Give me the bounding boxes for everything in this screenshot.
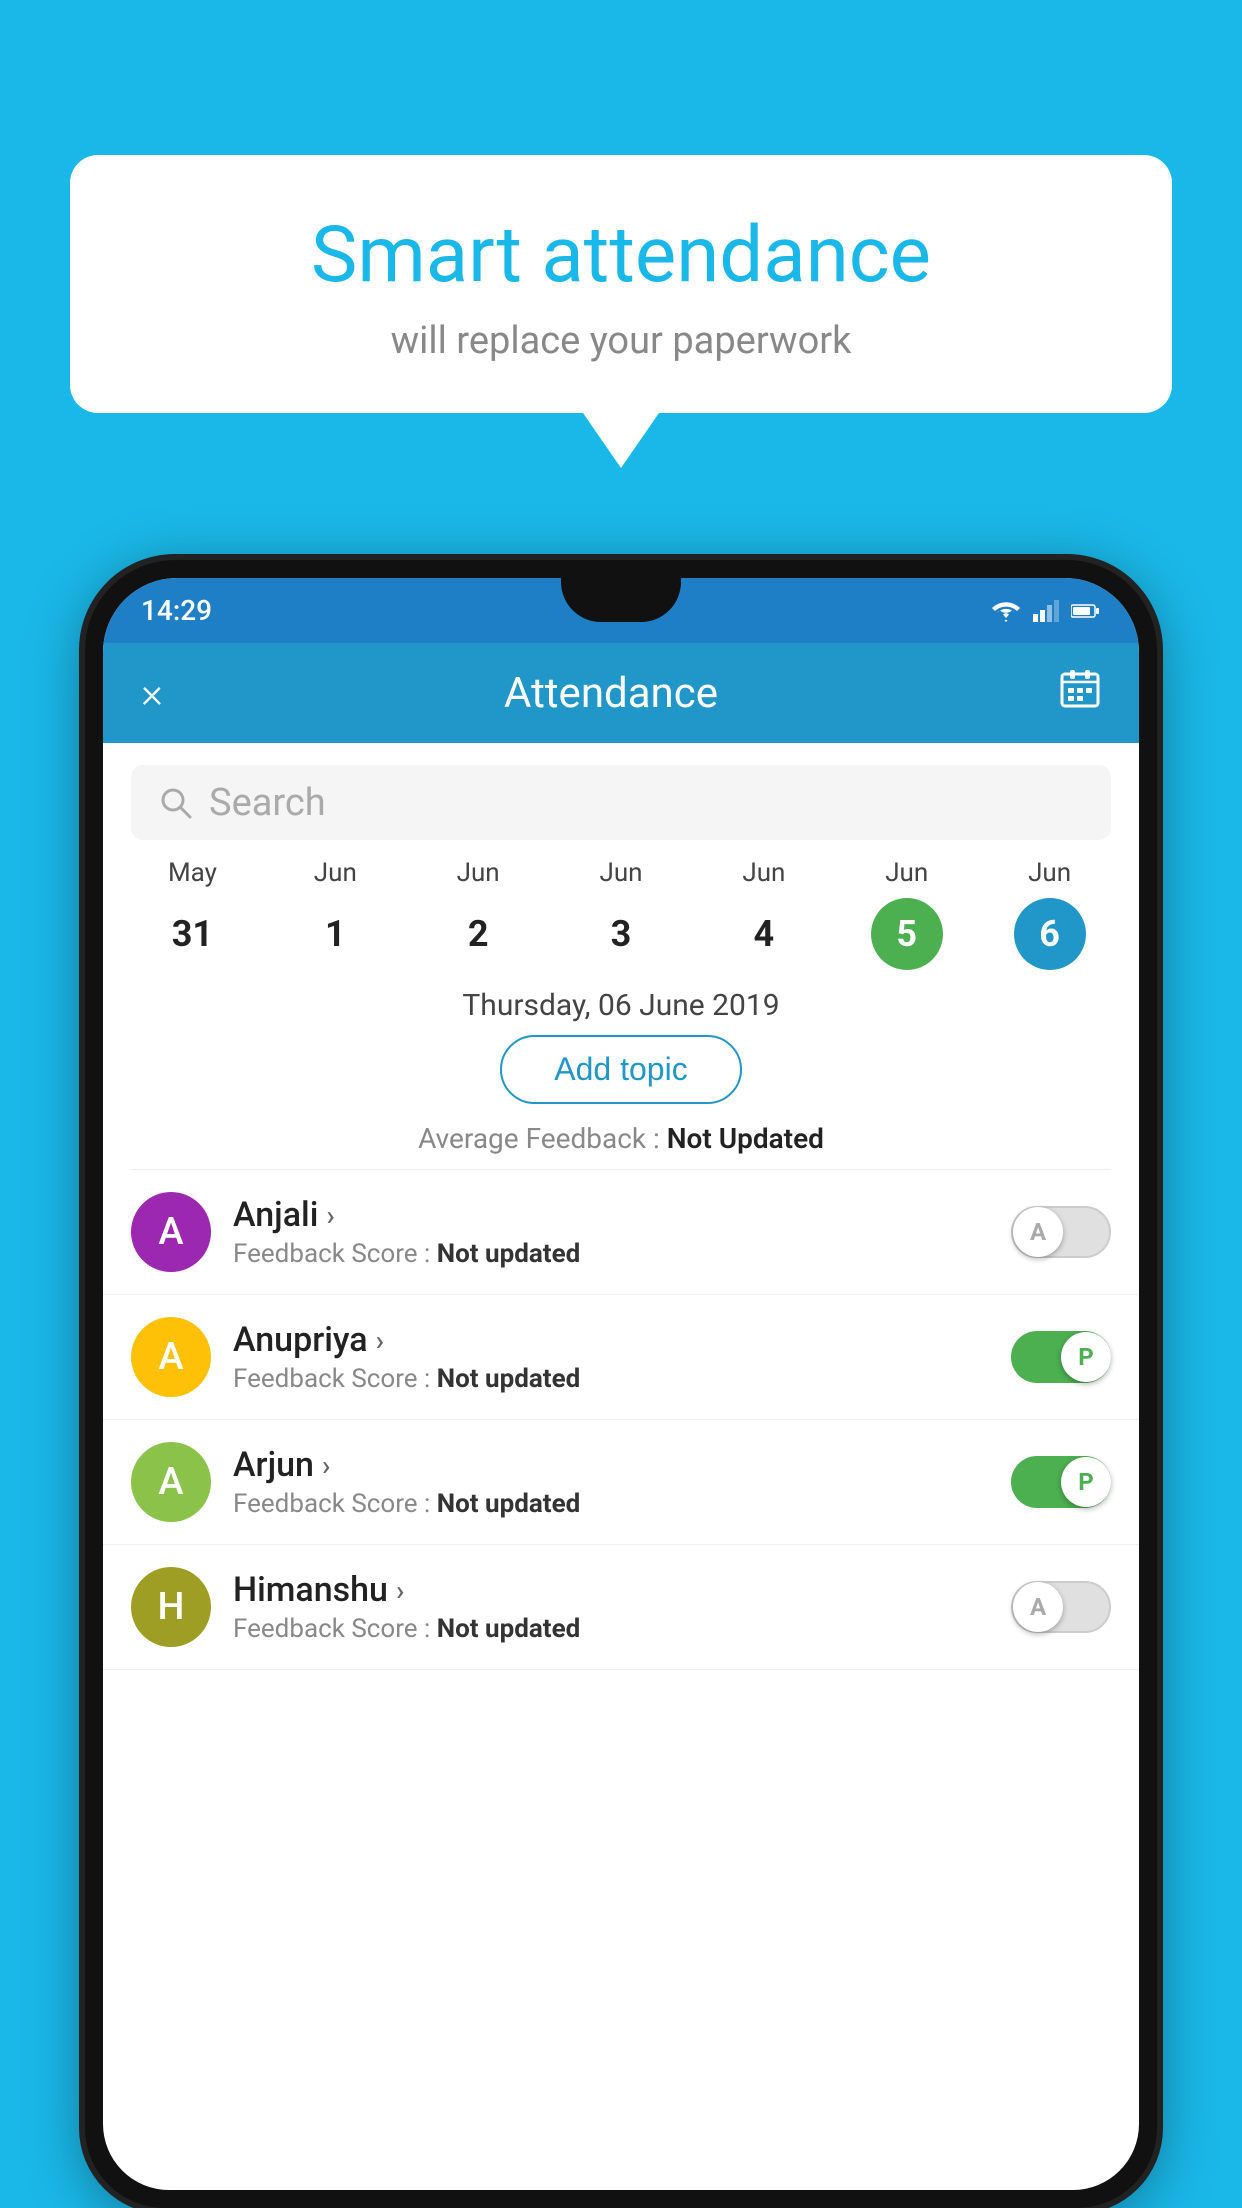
header-title: Attendance xyxy=(504,669,718,718)
cal-date-label: 1 xyxy=(299,898,371,970)
student-info: Himanshu › Feedback Score : Not updated xyxy=(233,1570,989,1644)
student-item[interactable]: A Anjali › Feedback Score : Not updated A xyxy=(103,1170,1139,1295)
bubble-title: Smart attendance xyxy=(130,210,1112,301)
attendance-toggle[interactable]: A xyxy=(1011,1206,1111,1258)
student-item[interactable]: H Himanshu › Feedback Score : Not updated A xyxy=(103,1545,1139,1670)
student-item[interactable]: A Anupriya › Feedback Score : Not updated P xyxy=(103,1295,1139,1420)
attendance-toggle[interactable]: P xyxy=(1011,1456,1111,1508)
avg-feedback: Average Feedback : Not Updated xyxy=(103,1122,1139,1155)
search-icon xyxy=(159,786,193,820)
cal-date-label: 6 xyxy=(1014,898,1086,970)
calendar-day[interactable]: Jun 6 xyxy=(978,858,1121,970)
cal-date-label: 3 xyxy=(585,898,657,970)
add-topic-button[interactable]: Add topic xyxy=(500,1035,741,1104)
phone-content: Search May 31 Jun 1 Jun 2 Jun 3 Jun 4 Jun 5 Jun 6 Thu… xyxy=(103,743,1139,2190)
student-feedback: Feedback Score : Not updated xyxy=(233,1489,989,1519)
search-bar[interactable]: Search xyxy=(131,765,1111,840)
cal-date-label: 2 xyxy=(442,898,514,970)
speech-bubble-wrapper: Smart attendance will replace your paper… xyxy=(70,155,1172,468)
student-name: Arjun › xyxy=(233,1445,989,1485)
cal-month-label: Jun xyxy=(742,858,785,888)
speech-bubble: Smart attendance will replace your paper… xyxy=(70,155,1172,413)
calendar-day[interactable]: Jun 5 xyxy=(835,858,978,970)
speech-bubble-tail xyxy=(583,413,659,468)
student-name: Anjali › xyxy=(233,1195,989,1235)
student-list: AAnjali ›Feedback Score : Not updatedAAA… xyxy=(103,1170,1139,1670)
selected-date: Thursday, 06 June 2019 xyxy=(103,988,1139,1023)
cal-month-label: Jun xyxy=(314,858,357,888)
calendar-row: May 31 Jun 1 Jun 2 Jun 3 Jun 4 Jun 5 Jun 6 xyxy=(103,858,1139,970)
calendar-day[interactable]: May 31 xyxy=(121,858,264,970)
phone-inner: 14:29 xyxy=(103,578,1139,2190)
avatar: A xyxy=(131,1317,211,1397)
avatar: A xyxy=(131,1192,211,1272)
wifi-icon xyxy=(991,600,1021,622)
cal-month-label: Jun xyxy=(457,858,500,888)
attendance-toggle[interactable]: P xyxy=(1011,1331,1111,1383)
toggle-knob: A xyxy=(1013,1582,1063,1632)
toggle-knob: A xyxy=(1013,1207,1063,1257)
signal-icon xyxy=(1033,600,1059,622)
chevron-icon: › xyxy=(322,1449,330,1482)
student-feedback: Feedback Score : Not updated xyxy=(233,1239,989,1269)
calendar-day[interactable]: Jun 1 xyxy=(264,858,407,970)
calendar-day[interactable]: Jun 4 xyxy=(692,858,835,970)
student-feedback: Feedback Score : Not updated xyxy=(233,1364,989,1394)
phone-notch xyxy=(561,578,681,622)
calendar-day[interactable]: Jun 3 xyxy=(550,858,693,970)
toggle-knob: P xyxy=(1061,1332,1111,1382)
calendar-icon[interactable] xyxy=(1059,667,1101,719)
avatar: A xyxy=(131,1442,211,1522)
student-info: Anjali › Feedback Score : Not updated xyxy=(233,1195,989,1269)
cal-month-label: Jun xyxy=(599,858,642,888)
cal-date-label: 5 xyxy=(871,898,943,970)
search-placeholder: Search xyxy=(209,781,326,825)
status-icons xyxy=(991,600,1101,622)
cal-month-label: Jun xyxy=(885,858,928,888)
student-info: Arjun › Feedback Score : Not updated xyxy=(233,1445,989,1519)
battery-icon xyxy=(1071,603,1101,619)
chevron-icon: › xyxy=(326,1199,334,1232)
status-time: 14:29 xyxy=(141,594,212,627)
cal-date-label: 31 xyxy=(156,898,228,970)
calendar-day[interactable]: Jun 2 xyxy=(407,858,550,970)
attendance-toggle[interactable]: A xyxy=(1011,1581,1111,1633)
toggle-knob: P xyxy=(1061,1457,1111,1507)
student-info: Anupriya › Feedback Score : Not updated xyxy=(233,1320,989,1394)
chevron-icon: › xyxy=(376,1324,384,1357)
close-button[interactable]: × xyxy=(141,669,163,718)
avatar: H xyxy=(131,1567,211,1647)
cal-month-label: Jun xyxy=(1028,858,1071,888)
phone-frame: 14:29 xyxy=(85,560,1157,2208)
cal-date-label: 4 xyxy=(728,898,800,970)
app-header: × Attendance xyxy=(103,643,1139,743)
bubble-subtitle: will replace your paperwork xyxy=(130,319,1112,363)
student-name: Anupriya › xyxy=(233,1320,989,1360)
cal-month-label: May xyxy=(168,858,217,888)
student-feedback: Feedback Score : Not updated xyxy=(233,1614,989,1644)
student-item[interactable]: A Arjun › Feedback Score : Not updated P xyxy=(103,1420,1139,1545)
student-name: Himanshu › xyxy=(233,1570,989,1610)
chevron-icon: › xyxy=(396,1574,404,1607)
